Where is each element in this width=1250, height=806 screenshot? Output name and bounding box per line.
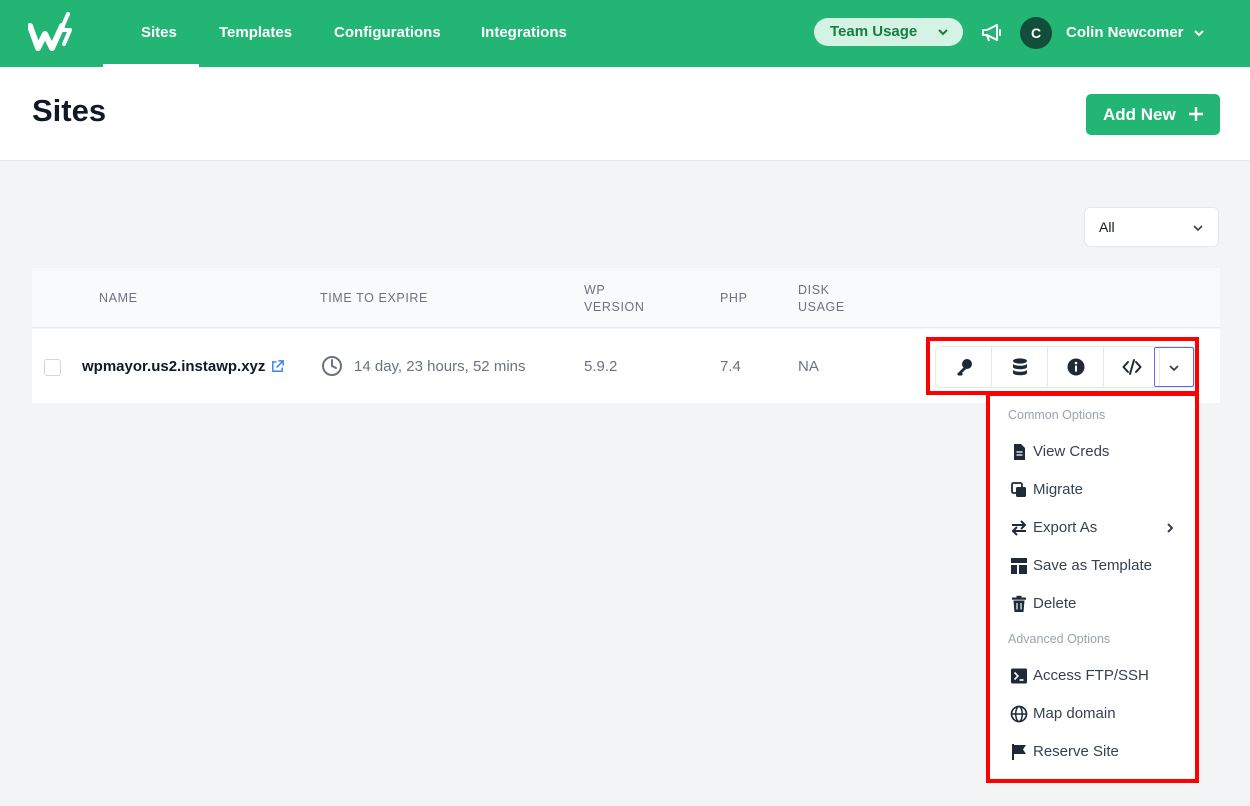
terminal-icon [1011,668,1027,684]
menu-item-label: Migrate [1033,481,1084,498]
menu-section-common: Common Options [1008,408,1106,422]
disk-usage-value: NA [798,358,819,375]
tab-configurations[interactable]: Configurations [334,0,441,67]
site-actions [935,346,1195,388]
code-button[interactable] [1104,347,1160,387]
php-value: 7.4 [720,358,741,375]
flag-icon [1012,744,1026,760]
tab-integrations[interactable]: Integrations [481,0,567,67]
more-actions-button[interactable] [1154,347,1194,387]
chevron-down-icon[interactable] [1193,27,1205,39]
avatar[interactable]: C [1020,17,1052,49]
menu-item-map-domain[interactable]: Map domain [1008,700,1178,728]
copy-icon [1011,482,1026,497]
filter-value: All [1099,219,1115,235]
trash-icon [1012,595,1026,612]
column-header-disk-usage: DISK USAGE [798,282,845,316]
menu-item-delete[interactable]: Delete [1008,590,1178,618]
add-new-button[interactable]: Add New [1086,94,1220,135]
chevron-down-icon [1193,225,1203,232]
info-button[interactable] [1048,347,1104,387]
globe-icon [1010,705,1028,723]
database-icon [1013,358,1027,376]
menu-item-label: Export As [1033,519,1098,536]
menu-item-migrate[interactable]: Migrate [1008,476,1178,504]
column-header-name: NAME [99,291,138,305]
template-icon [1011,558,1027,574]
page-header: Sites Add New [0,67,1250,161]
add-new-label: Add New [1103,104,1176,124]
column-header-wp-version-line2: VERSION [584,300,645,314]
site-name-link[interactable]: wpmayor.us2.instawp.xyz [82,358,265,375]
tab-templates[interactable]: Templates [219,0,292,67]
menu-item-label: Reserve Site [1033,743,1119,760]
column-header-disk-usage-line1: DISK [798,283,830,297]
code-icon [1122,359,1142,375]
table-header: NAME TIME TO EXPIRE WP VERSION PHP DISK … [32,268,1220,328]
menu-item-label: Access FTP/SSH [1033,667,1149,684]
top-navbar: Sites Templates Configurations Integrati… [0,0,1250,67]
clock-icon [322,356,342,376]
menu-item-access-ftp-ssh[interactable]: Access FTP/SSH [1008,662,1178,690]
menu-section-advanced: Advanced Options [1008,632,1111,646]
chevron-down-icon [938,29,948,36]
column-header-php: PHP [720,291,748,305]
chevron-right-icon [1167,523,1174,533]
wp-version-value: 5.9.2 [584,358,618,375]
credentials-button[interactable] [936,347,992,387]
key-icon [957,359,972,376]
tab-sites[interactable]: Sites [103,0,199,67]
menu-item-label: View Creds [1033,443,1110,460]
menu-item-view-creds[interactable]: View Creds [1008,438,1178,466]
plus-icon [1189,107,1203,121]
megaphone-icon[interactable] [980,20,1004,44]
row-checkbox[interactable] [44,359,61,376]
column-header-disk-usage-line2: USAGE [798,300,845,314]
column-header-time-to-expire: TIME TO EXPIRE [320,291,428,305]
swap-icon [1012,520,1026,536]
user-name[interactable]: Colin Newcomer [1066,0,1184,65]
time-to-expire-value: 14 day, 23 hours, 52 mins [354,358,526,375]
document-icon [1014,444,1025,460]
menu-item-label: Delete [1033,595,1077,612]
menu-item-save-as-template[interactable]: Save as Template [1008,552,1178,580]
more-actions-menu: Common Options View Creds Migrate Export… [990,394,1196,778]
team-usage-button[interactable]: Team Usage [814,18,963,46]
database-button[interactable] [992,347,1048,387]
status-filter-select[interactable]: All [1084,207,1219,247]
column-header-wp-version-line1: WP [584,283,606,297]
external-link-icon[interactable] [270,359,285,374]
instawp-logo[interactable] [28,12,80,54]
menu-item-reserve-site[interactable]: Reserve Site [1008,738,1178,766]
team-usage-label: Team Usage [830,23,918,40]
menu-item-export-as[interactable]: Export As [1008,514,1178,542]
chevron-down-icon [1169,365,1179,372]
menu-item-label: Map domain [1033,705,1116,722]
page-title: Sites [32,93,107,128]
info-icon [1067,358,1085,376]
column-header-wp-version: WP VERSION [584,282,644,316]
menu-item-label: Save as Template [1033,557,1152,574]
